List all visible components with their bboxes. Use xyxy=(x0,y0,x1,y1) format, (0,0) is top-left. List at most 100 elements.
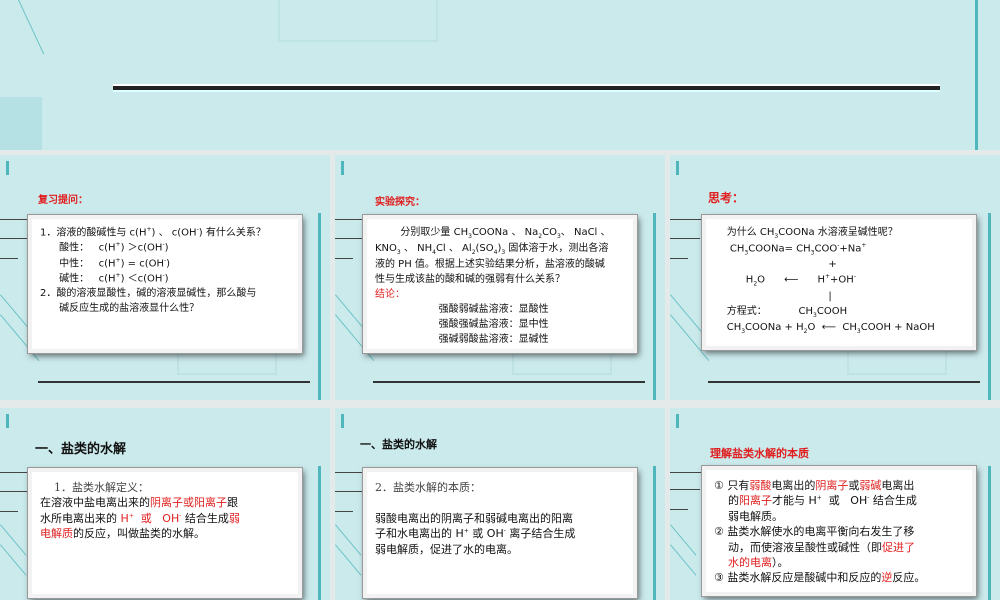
content-box: ① 只有弱酸电离出的阴离子或弱碱电离出 的阳离子才能与 H+ 或 OH- 结合生… xyxy=(701,465,977,597)
slide-underline xyxy=(708,381,980,383)
text-segment: ② 盐类水解使水的电离平衡向右发生了移 xyxy=(714,525,915,539)
text-segment: 或 xyxy=(848,479,860,492)
text-segment: 、 NaCl 、 xyxy=(560,227,611,238)
highlighted-text: 促进了 xyxy=(882,540,915,554)
decorative-vertical-line xyxy=(988,466,991,600)
slide-thumbnail-definition[interactable]: 一、盐类的水解 1．盐类水解定义： 在溶液中盐电离出来的阴离子或阳离子跟 水所电离出… xyxy=(0,408,330,600)
slide-title: 思考： xyxy=(708,191,745,205)
decorative-line xyxy=(0,491,30,492)
text-segment: 结合生成 xyxy=(181,511,229,525)
text-segment: 中性： c(H xyxy=(40,257,116,269)
content-line: 碱性： c(H+) ＜c(OH-) xyxy=(40,271,290,286)
text-segment: 动，而使溶液呈酸性或碱性（即 xyxy=(714,540,882,554)
highlighted-text: 水的电离 xyxy=(714,555,772,569)
highlighted-text: 弱 xyxy=(228,511,240,525)
text-segment: COONa 水溶液呈碱性呢？ xyxy=(778,227,898,238)
decorative-line xyxy=(0,258,18,259)
decorative-line xyxy=(670,524,697,556)
text-segment: ) ＞c(OH xyxy=(120,242,163,254)
decorative-line xyxy=(335,491,365,492)
decorative-line xyxy=(670,544,697,576)
text-segment: 子和水电离出的 H xyxy=(375,527,464,541)
text-segment: 的 xyxy=(714,494,739,508)
decorative-line xyxy=(0,238,30,239)
content-line: 结论： xyxy=(375,287,625,302)
text-segment: COONa + H xyxy=(745,321,804,333)
text-segment: - xyxy=(853,273,856,281)
text-segment: 结合生成 xyxy=(869,494,917,508)
slide-thumbnail-think[interactable]: 思考： 为什么 CH3COONa 水溶液呈碱性呢？ CH3COONa= CH3C… xyxy=(670,155,1000,400)
text-segment: ) xyxy=(166,257,171,269)
text-segment: CH xyxy=(714,243,745,255)
text-segment: COONa 、 Na xyxy=(471,227,539,238)
text-segment: O ⟵ CH xyxy=(807,321,857,333)
text-segment: ③ 盐类水解反应是酸碱中和反应的 xyxy=(714,571,882,585)
text-segment: 反应。 xyxy=(892,571,926,585)
highlighted-text: 阴离子或阳离子 xyxy=(150,496,227,510)
content-box: 2．盐类水解的本质： 弱酸电离出的阴离子和弱碱电离出的阳离 子和水电离出的 H+ … xyxy=(362,467,638,599)
content-line: ② 盐类水解使水的电离平衡向右发生了移 xyxy=(714,524,964,539)
text-segment: CO xyxy=(542,227,557,238)
content-line: 强碱弱酸盐溶液：显碱性 xyxy=(375,332,625,347)
content-line: 水的电离）。 xyxy=(714,555,964,570)
text-segment: 弱电解质，促进了水的电离。 xyxy=(375,542,518,556)
slide-title: 一、盐类的水解 xyxy=(35,442,127,457)
decorative-line xyxy=(670,258,688,259)
slide-title: 一、盐类的水解 xyxy=(360,438,437,451)
highlighted-text: 或 xyxy=(133,511,163,525)
content-line: 水所电离出来的 H+ 或 OH- 结合生成弱 xyxy=(40,511,290,526)
content-line: 液的 PH 值。根据上述实验结果分析，盐溶液的酸碱 xyxy=(375,257,625,272)
content-line: 分别取少量 CH3COONa 、 Na2CO3、 NaCl 、 xyxy=(375,225,625,241)
decorative-vertical-line xyxy=(653,466,656,600)
text-segment: +Na xyxy=(839,243,862,255)
content-line xyxy=(375,495,625,510)
decorative-line xyxy=(670,509,688,510)
text-segment: 强酸弱碱盐溶液：显酸性 xyxy=(375,304,549,315)
slide-thumbnail-essence[interactable]: 一、盐类的水解 2．盐类水解的本质： 弱酸电离出的阴离子和弱碱电离出的阳离 子和水电… xyxy=(335,408,665,600)
slide-thumbnail-experiment[interactable]: 实验探究： 分别取少量 CH3COONa 、 Na2CO3、 NaCl 、 KNO… xyxy=(335,155,665,400)
slide-title: 实验探究： xyxy=(375,197,425,208)
text-segment: ) 、 c(OH xyxy=(151,227,197,239)
text-segment: 离子结合生成 xyxy=(505,527,576,541)
text-segment: 液的 PH 值。根据上述实验结果分析，盐溶液的酸碱 xyxy=(375,259,605,270)
decorative-tick xyxy=(6,414,9,428)
text-segment: | xyxy=(714,290,832,302)
content-line: 强酸弱碱盐溶液：显酸性 xyxy=(375,302,625,317)
text-segment: 水所电离出来的 xyxy=(40,511,121,525)
decorative-line xyxy=(335,238,365,239)
text-segment: ) xyxy=(164,273,169,285)
decorative-frame xyxy=(278,0,438,42)
text-segment: COONa= CH xyxy=(748,243,811,255)
text-segment: 在溶液中盐电离出来的 xyxy=(40,496,150,510)
content-line: 强酸强碱盐溶液：显中性 xyxy=(375,317,625,332)
decorative-line xyxy=(0,544,27,576)
slide-thumbnail-understand[interactable]: 理解盐类水解的本质 ① 只有弱酸电离出的阴离子或弱碱电离出 的阳离子才能与 H+ … xyxy=(670,408,1000,600)
text-segment: ) xyxy=(164,242,169,254)
content-line: 弱电解质。 xyxy=(714,509,964,524)
slide-thumbnail-top[interactable] xyxy=(0,0,1000,150)
content-line: 中性： c(H+) = c(OH-) xyxy=(40,256,290,271)
content-line: 在溶液中盐电离出来的阴离子或阳离子跟 xyxy=(40,495,290,510)
text-segment: 性与生成该盐的酸和碱的强弱有什么关系？ xyxy=(375,274,565,285)
text-segment: 、 NH xyxy=(400,243,433,254)
text-segment: 固体溶于水，测出各溶 xyxy=(505,243,609,254)
decorative-line xyxy=(670,489,700,490)
text-segment: 1．溶液的酸碱性与 c(H xyxy=(40,227,147,239)
text-segment: 2．酸的溶液显酸性，碱的溶液显碱性，那么酸与 xyxy=(40,288,257,300)
highlighted-text: 结论： xyxy=(375,289,405,300)
decorative-line xyxy=(335,258,353,259)
decorative-line xyxy=(670,238,700,239)
text-segment: 强碱弱酸盐溶液：显碱性 xyxy=(375,334,549,345)
text-segment: 弱电解质。 xyxy=(714,509,783,523)
highlighted-text: 弱酸 xyxy=(749,479,772,492)
slide-thumbnail-review[interactable]: 复习提问： 1．溶液的酸碱性与 c(H+) 、 c(OH-) 有什么关系？ 酸性：… xyxy=(0,155,330,400)
decorative-block xyxy=(0,97,42,150)
text-segment: CH xyxy=(714,321,742,333)
content-line: | xyxy=(714,289,964,304)
decorative-vertical-line xyxy=(975,0,978,150)
content-line: 方程式： CH3COOH xyxy=(714,304,964,320)
text-segment: + xyxy=(861,242,867,249)
text-segment: 酸性： c(H xyxy=(40,242,116,254)
content-box: 1．盐类水解定义： 在溶液中盐电离出来的阴离子或阳离子跟 水所电离出来的 H+ 或 … xyxy=(27,467,303,599)
content-line: 1．盐类水解定义： xyxy=(40,480,290,495)
